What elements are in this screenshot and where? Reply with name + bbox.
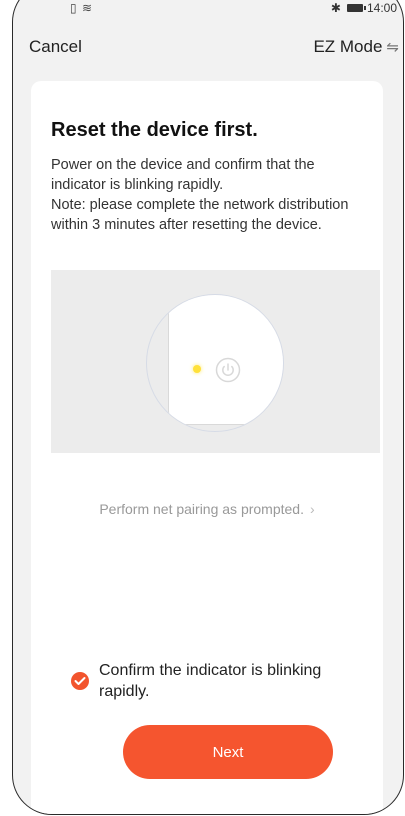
battery-icon (346, 4, 366, 12)
status-right: ✱ 14:00 (331, 1, 397, 15)
checkbox-checked-icon[interactable] (71, 672, 89, 690)
cancel-button[interactable]: Cancel (29, 37, 82, 57)
confirm-checkbox-row[interactable]: Confirm the indicator is blinking rapidl… (71, 660, 371, 702)
chevron-right-icon: › (309, 501, 315, 517)
net-pairing-link[interactable]: Perform net pairing as prompted. › (31, 501, 383, 517)
instructions-text: Power on the device and confirm that the… (51, 157, 349, 233)
confirm-label: Confirm the indicator is blinking rapidl… (99, 662, 322, 700)
bluetooth-icon: ✱ (330, 1, 341, 15)
next-button[interactable]: Next (123, 725, 333, 779)
swap-icon: ⇋ (386, 39, 399, 56)
page-title: Reset the device first. (51, 119, 258, 141)
content-card: Reset the device first. Power on the dev… (31, 81, 383, 814)
device-outline (168, 295, 283, 425)
net-pairing-label: Perform net pairing as prompted. (99, 501, 304, 517)
power-icon (215, 357, 241, 383)
magnifier-circle (146, 294, 284, 432)
ez-mode-button[interactable]: EZ Mode ⇋ (313, 37, 399, 57)
nav-bar: Cancel EZ Mode ⇋ (13, 29, 403, 69)
indicator-light (193, 365, 201, 373)
device-illustration (51, 270, 380, 453)
clock: 14:00 (366, 1, 397, 15)
sim-wifi-icons: ▯ ≋ (70, 1, 93, 15)
phone-frame: ▯ ≋ ✱ 14:00 Cancel EZ Mode ⇋ Reset the d… (12, 0, 404, 815)
status-bar: ▯ ≋ ✱ 14:00 (13, 1, 403, 23)
ez-mode-label: EZ Mode (313, 37, 383, 56)
